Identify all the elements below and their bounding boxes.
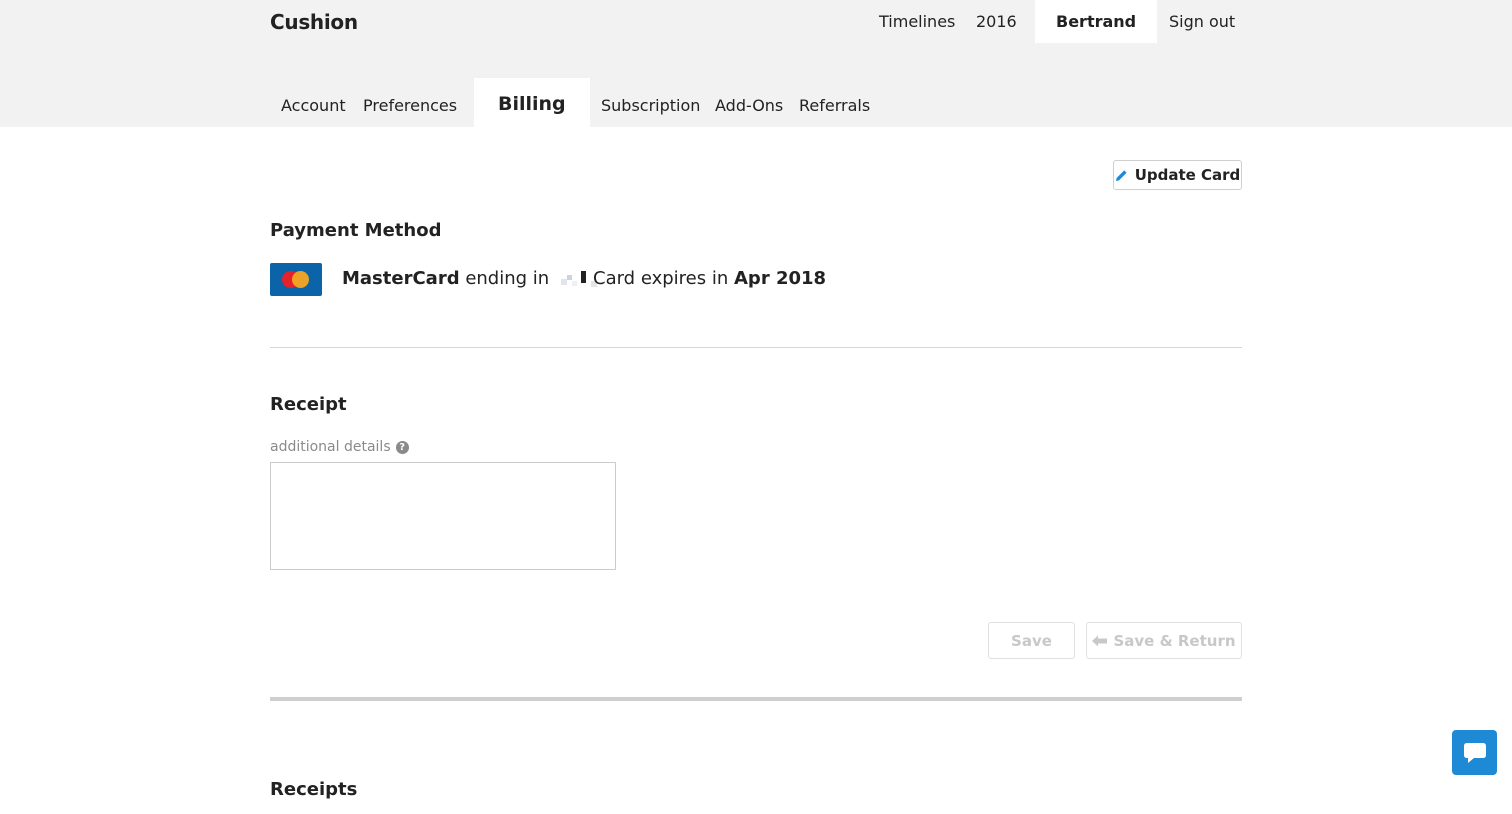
tab-referrals[interactable]: Referrals: [799, 78, 870, 127]
mastercard-icon: [270, 263, 322, 296]
help-icon[interactable]: ?: [395, 440, 409, 454]
update-card-button[interactable]: Update Card: [1113, 160, 1242, 190]
receipt-title: Receipt: [270, 394, 347, 415]
tab-account[interactable]: Account: [281, 78, 346, 127]
additional-details-field[interactable]: [270, 462, 616, 570]
additional-details-text: additional details: [270, 439, 391, 455]
chat-icon: [1463, 742, 1486, 763]
receipts-title: Receipts: [270, 779, 358, 800]
card-brand: MasterCard: [342, 268, 460, 289]
nav-sign-out[interactable]: Sign out: [1169, 0, 1235, 43]
tab-preferences[interactable]: Preferences: [363, 78, 457, 127]
nav-timelines[interactable]: Timelines: [879, 0, 955, 43]
card-expires-text: Card expires in: [593, 268, 729, 289]
save-and-return-label: Save & Return: [1113, 631, 1236, 650]
tab-subscription[interactable]: Subscription: [601, 78, 700, 127]
pencil-icon: [1115, 169, 1127, 181]
top-bar: Cushion Timelines 2016 Bertrand Sign out…: [0, 0, 1512, 127]
nav-year[interactable]: 2016: [976, 0, 1017, 43]
card-expiry-date: Apr 2018: [734, 268, 827, 289]
arrow-left-icon: [1092, 635, 1108, 646]
card-summary: MasterCard ending in: [342, 268, 605, 289]
card-expiry: Card expires in Apr 2018: [593, 268, 826, 289]
additional-details-label: additional details ?: [270, 439, 409, 455]
tab-billing[interactable]: Billing: [474, 78, 590, 127]
section-divider-thick: [270, 697, 1242, 701]
update-card-label: Update Card: [1134, 166, 1241, 184]
card-ending-text: ending in: [465, 268, 550, 289]
brand-logo[interactable]: Cushion: [270, 10, 358, 34]
section-divider: [270, 347, 1242, 348]
save-and-return-button[interactable]: Save & Return: [1086, 622, 1242, 659]
tab-add-ons[interactable]: Add-Ons: [715, 78, 783, 127]
save-button[interactable]: Save: [988, 622, 1075, 659]
payment-method-title: Payment Method: [270, 220, 442, 241]
nav-user[interactable]: Bertrand: [1035, 0, 1158, 43]
chat-button[interactable]: [1452, 730, 1497, 775]
